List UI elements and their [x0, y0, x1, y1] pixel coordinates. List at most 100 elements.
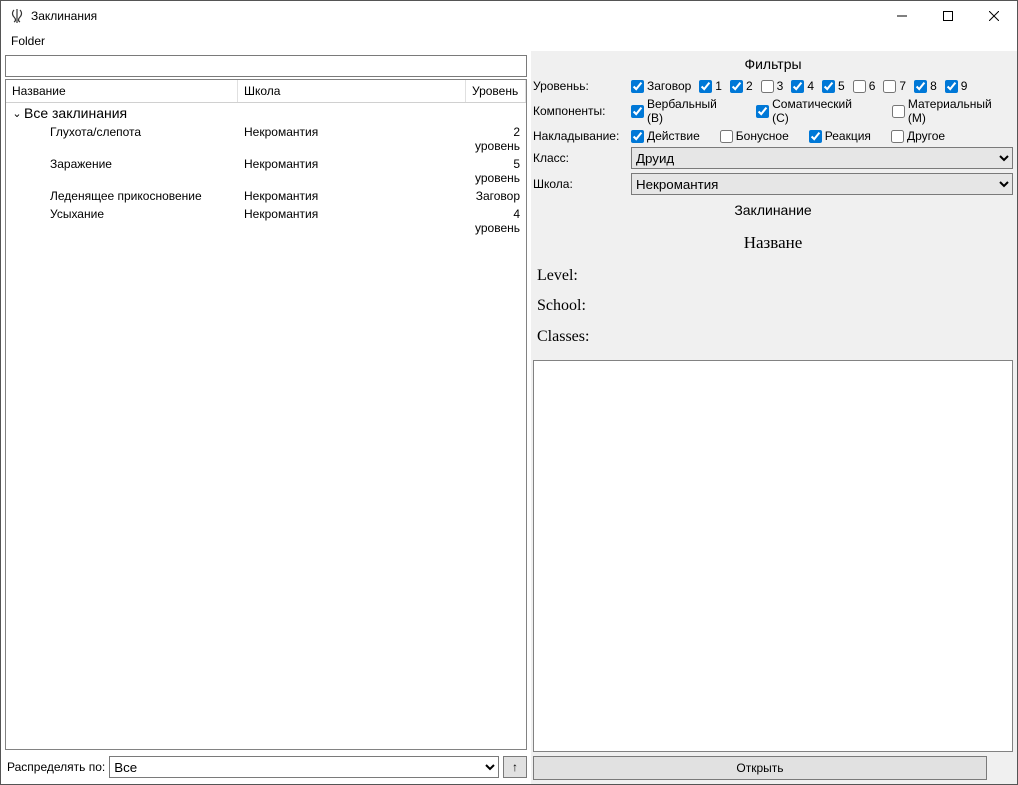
level-filter-label-7: 7 [899, 79, 906, 93]
level-filter-label-4: 4 [807, 79, 814, 93]
level-filter-checkbox-0[interactable] [631, 80, 644, 93]
app-icon [9, 8, 25, 24]
level-filter-checkbox-2[interactable] [730, 80, 743, 93]
casting-filter-checkbox-0[interactable] [631, 130, 644, 143]
cell-level: 4 уровень [466, 206, 526, 236]
casting-filter-checkbox-1[interactable] [720, 130, 733, 143]
casting-filter-2[interactable]: Реакция [809, 129, 871, 143]
table-row[interactable]: УсыханиеНекромантия4 уровень [6, 205, 526, 237]
header-level[interactable]: Уровень [466, 80, 526, 102]
window-title: Заклинания [31, 9, 879, 23]
distribute-select[interactable]: Все [109, 756, 499, 778]
minimize-button[interactable] [879, 1, 925, 31]
level-filter-checkbox-1[interactable] [699, 80, 712, 93]
header-name[interactable]: Название [6, 80, 238, 102]
casting-filter-checkbox-3[interactable] [891, 130, 904, 143]
cell-name: Усыхание [6, 206, 238, 236]
level-filter-checkbox-4[interactable] [791, 80, 804, 93]
level-filter-label-3: 3 [777, 79, 784, 93]
cell-school: Некромантия [238, 188, 466, 204]
spell-level-label: Level: [537, 261, 1009, 291]
sort-button[interactable]: ↑ [503, 756, 527, 778]
tree-header: Название Школа Уровень [6, 80, 526, 103]
casting-filter-label-1: Бонусное [736, 129, 789, 143]
filter-school-select[interactable]: Некромантия [631, 173, 1013, 195]
level-filter-checkbox-5[interactable] [822, 80, 835, 93]
chevron-down-icon: ⌄ [10, 107, 24, 120]
level-filter-checkbox-6[interactable] [853, 80, 866, 93]
component-filter-2[interactable]: Материальный (М) [892, 97, 1013, 125]
component-filter-checkbox-1[interactable] [756, 105, 769, 118]
table-row[interactable]: Глухота/слепотаНекромантия2 уровень [6, 123, 526, 155]
menu-folder[interactable]: Folder [7, 32, 49, 50]
level-filter-checkbox-7[interactable] [883, 80, 896, 93]
menubar: Folder [1, 31, 1017, 51]
cell-level: 5 уровень [466, 156, 526, 186]
level-filter-checkbox-8[interactable] [914, 80, 927, 93]
header-school[interactable]: Школа [238, 80, 466, 102]
level-filter-2[interactable]: 2 [730, 79, 753, 93]
casting-filter-3[interactable]: Другое [891, 129, 945, 143]
spell-info: Level: School: Classes: [533, 259, 1013, 360]
spell-description[interactable] [533, 360, 1013, 752]
open-button[interactable]: Открыть [533, 756, 987, 780]
filter-level-label: Уровеньь: [533, 79, 627, 93]
table-row[interactable]: ЗаражениеНекромантия5 уровень [6, 155, 526, 187]
cell-name: Заражение [6, 156, 238, 186]
filter-components-label: Компоненты: [533, 104, 627, 118]
filter-class-select[interactable]: Друид [631, 147, 1013, 169]
component-filter-0[interactable]: Вербальный (В) [631, 97, 736, 125]
cell-school: Некромантия [238, 206, 466, 236]
level-filter-1[interactable]: 1 [699, 79, 722, 93]
maximize-button[interactable] [925, 1, 971, 31]
level-filter-0[interactable]: Заговор [631, 79, 691, 93]
arrow-up-icon: ↑ [512, 760, 518, 774]
search-input[interactable] [5, 55, 527, 77]
cell-name: Глухота/слепота [6, 124, 238, 154]
spell-tree[interactable]: Название Школа Уровень ⌄Все заклинанияГл… [5, 79, 527, 750]
level-filter-8[interactable]: 8 [914, 79, 937, 93]
level-filter-4[interactable]: 4 [791, 79, 814, 93]
casting-filter-label-0: Действие [647, 129, 700, 143]
level-filter-checkbox-9[interactable] [945, 80, 958, 93]
level-filter-label-5: 5 [838, 79, 845, 93]
component-filter-checkbox-0[interactable] [631, 105, 644, 118]
filter-class-label: Класс: [533, 151, 627, 165]
component-filter-1[interactable]: Соматический (С) [756, 97, 872, 125]
casting-filter-checkbox-2[interactable] [809, 130, 822, 143]
level-filter-checkbox-3[interactable] [761, 80, 774, 93]
filters-title: Фильтры [533, 53, 1013, 77]
component-filter-label-0: Вербальный (В) [647, 97, 736, 125]
level-filter-label-6: 6 [869, 79, 876, 93]
filter-casting-label: Накладывание: [533, 129, 627, 143]
level-filter-label-1: 1 [715, 79, 722, 93]
cell-name: Леденящее прикосновение [6, 188, 238, 204]
table-row[interactable]: Леденящее прикосновениеНекромантияЗагово… [6, 187, 526, 205]
close-button[interactable] [971, 1, 1017, 31]
level-filter-9[interactable]: 9 [945, 79, 968, 93]
component-filter-checkbox-2[interactable] [892, 105, 905, 118]
level-filter-7[interactable]: 7 [883, 79, 906, 93]
component-filter-label-2: Материальный (М) [908, 97, 1013, 125]
tree-group[interactable]: ⌄Все заклинания [6, 103, 526, 123]
spell-classes-label: Classes: [537, 322, 1009, 352]
cell-school: Некромантия [238, 124, 466, 154]
level-filter-label-2: 2 [746, 79, 753, 93]
tree-group-label: Все заклинания [24, 105, 127, 121]
level-filter-label-9: 9 [961, 79, 968, 93]
spell-section-title: Заклинание [533, 199, 1013, 223]
cell-level: Заговор [466, 188, 526, 204]
level-filter-6[interactable]: 6 [853, 79, 876, 93]
casting-filter-1[interactable]: Бонусное [720, 129, 789, 143]
distribute-label: Распределять по: [7, 760, 105, 774]
level-filter-label-8: 8 [930, 79, 937, 93]
level-filter-5[interactable]: 5 [822, 79, 845, 93]
level-filter-3[interactable]: 3 [761, 79, 784, 93]
spell-school-label: School: [537, 291, 1009, 321]
component-filter-label-1: Соматический (С) [772, 97, 872, 125]
casting-filter-0[interactable]: Действие [631, 129, 700, 143]
casting-filter-label-2: Реакция [825, 129, 871, 143]
cell-level: 2 уровень [466, 124, 526, 154]
cell-school: Некромантия [238, 156, 466, 186]
filter-school-label: Школа: [533, 177, 627, 191]
